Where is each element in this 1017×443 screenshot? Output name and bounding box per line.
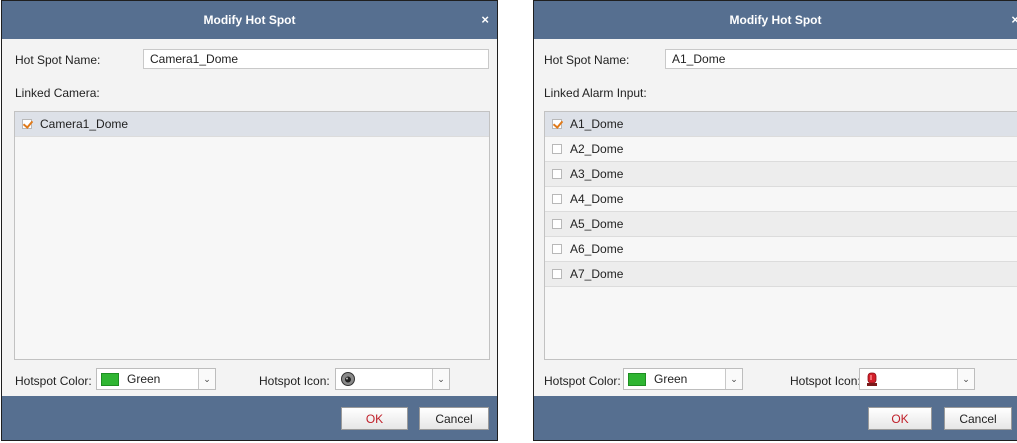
color-swatch-icon	[628, 372, 646, 386]
list-item[interactable]: A1_Dome	[545, 112, 1017, 137]
checkbox[interactable]	[552, 269, 562, 279]
dialog-titlebar: Modify Hot Spot ×	[2, 1, 497, 39]
list-item-label: Camera1_Dome	[40, 117, 129, 131]
linked-camera-label: Linked Camera:	[15, 86, 100, 100]
cancel-button[interactable]: Cancel	[944, 407, 1012, 430]
hotspot-color-select[interactable]: Green ⌄	[96, 368, 216, 390]
checkbox-checked[interactable]	[22, 119, 32, 129]
linked-camera-list[interactable]: Camera1_Dome	[14, 111, 490, 360]
linked-alarm-input-list[interactable]: A1_Dome A2_Dome A3_Dome A4_Dome A5_Dome …	[544, 111, 1017, 360]
checkbox[interactable]	[552, 169, 562, 179]
chevron-down-icon[interactable]: ⌄	[725, 369, 742, 389]
hotspot-color-label: Hotspot Color:	[544, 374, 621, 388]
list-item-label: A3_Dome	[570, 167, 624, 181]
dialog-titlebar: Modify Hot Spot ×	[534, 1, 1017, 39]
list-item[interactable]: A2_Dome	[545, 137, 1017, 162]
list-item[interactable]: A7_Dome	[545, 262, 1017, 287]
cancel-button[interactable]: Cancel	[419, 407, 489, 430]
list-item-label: A7_Dome	[570, 267, 624, 281]
list-item-label: A5_Dome	[570, 217, 624, 231]
hotspot-icon-label: Hotspot Icon:	[259, 374, 330, 388]
dialog-footer: OK Cancel	[2, 396, 497, 440]
dialog-footer: OK Cancel	[534, 396, 1017, 440]
list-item[interactable]: Camera1_Dome	[15, 112, 489, 137]
checkbox[interactable]	[552, 194, 562, 204]
hot-spot-name-label: Hot Spot Name:	[544, 53, 630, 67]
list-item[interactable]: A6_Dome	[545, 237, 1017, 262]
list-item[interactable]: A4_Dome	[545, 187, 1017, 212]
chevron-down-icon[interactable]: ⌄	[432, 369, 449, 389]
chevron-down-icon[interactable]: ⌄	[198, 369, 215, 389]
dialog-title: Modify Hot Spot	[203, 13, 296, 27]
alarm-siren-icon	[867, 372, 877, 386]
checkbox[interactable]	[552, 244, 562, 254]
list-item-label: A2_Dome	[570, 142, 624, 156]
hotspot-color-value: Green	[654, 372, 688, 386]
modify-hot-spot-dialog-camera: Modify Hot Spot × Hot Spot Name: Camera1…	[1, 0, 498, 441]
modify-hot-spot-dialog-alarm: Modify Hot Spot × Hot Spot Name: A1_Dome…	[533, 0, 1017, 441]
checkbox-checked[interactable]	[552, 119, 562, 129]
list-item[interactable]: A5_Dome	[545, 212, 1017, 237]
list-item-label: A4_Dome	[570, 192, 624, 206]
checkbox[interactable]	[552, 144, 562, 154]
chevron-down-icon[interactable]: ⌄	[957, 369, 974, 389]
list-item-label: A6_Dome	[570, 242, 624, 256]
list-item[interactable]: A3_Dome	[545, 162, 1017, 187]
ok-button[interactable]: OK	[868, 407, 932, 430]
hot-spot-name-input[interactable]: A1_Dome	[665, 49, 1017, 69]
dialog-title: Modify Hot Spot	[729, 13, 822, 27]
checkbox[interactable]	[552, 219, 562, 229]
list-item-label: A1_Dome	[570, 117, 624, 131]
hot-spot-name-input[interactable]: Camera1_Dome	[143, 49, 489, 69]
close-icon[interactable]: ×	[481, 13, 489, 26]
linked-alarm-input-label: Linked Alarm Input:	[544, 86, 647, 100]
hotspot-icon-select[interactable]: ⌄	[859, 368, 975, 390]
hot-spot-name-label: Hot Spot Name:	[15, 53, 101, 67]
hotspot-color-value: Green	[127, 372, 161, 386]
hotspot-color-label: Hotspot Color:	[15, 374, 92, 388]
hotspot-icon-label: Hotspot Icon:	[790, 374, 861, 388]
dome-camera-icon	[341, 372, 355, 386]
hotspot-icon-select[interactable]: ⌄	[335, 368, 450, 390]
hotspot-color-select[interactable]: Green ⌄	[623, 368, 743, 390]
color-swatch-icon	[101, 372, 119, 386]
ok-button[interactable]: OK	[341, 407, 408, 430]
close-icon[interactable]: ×	[1011, 13, 1017, 26]
